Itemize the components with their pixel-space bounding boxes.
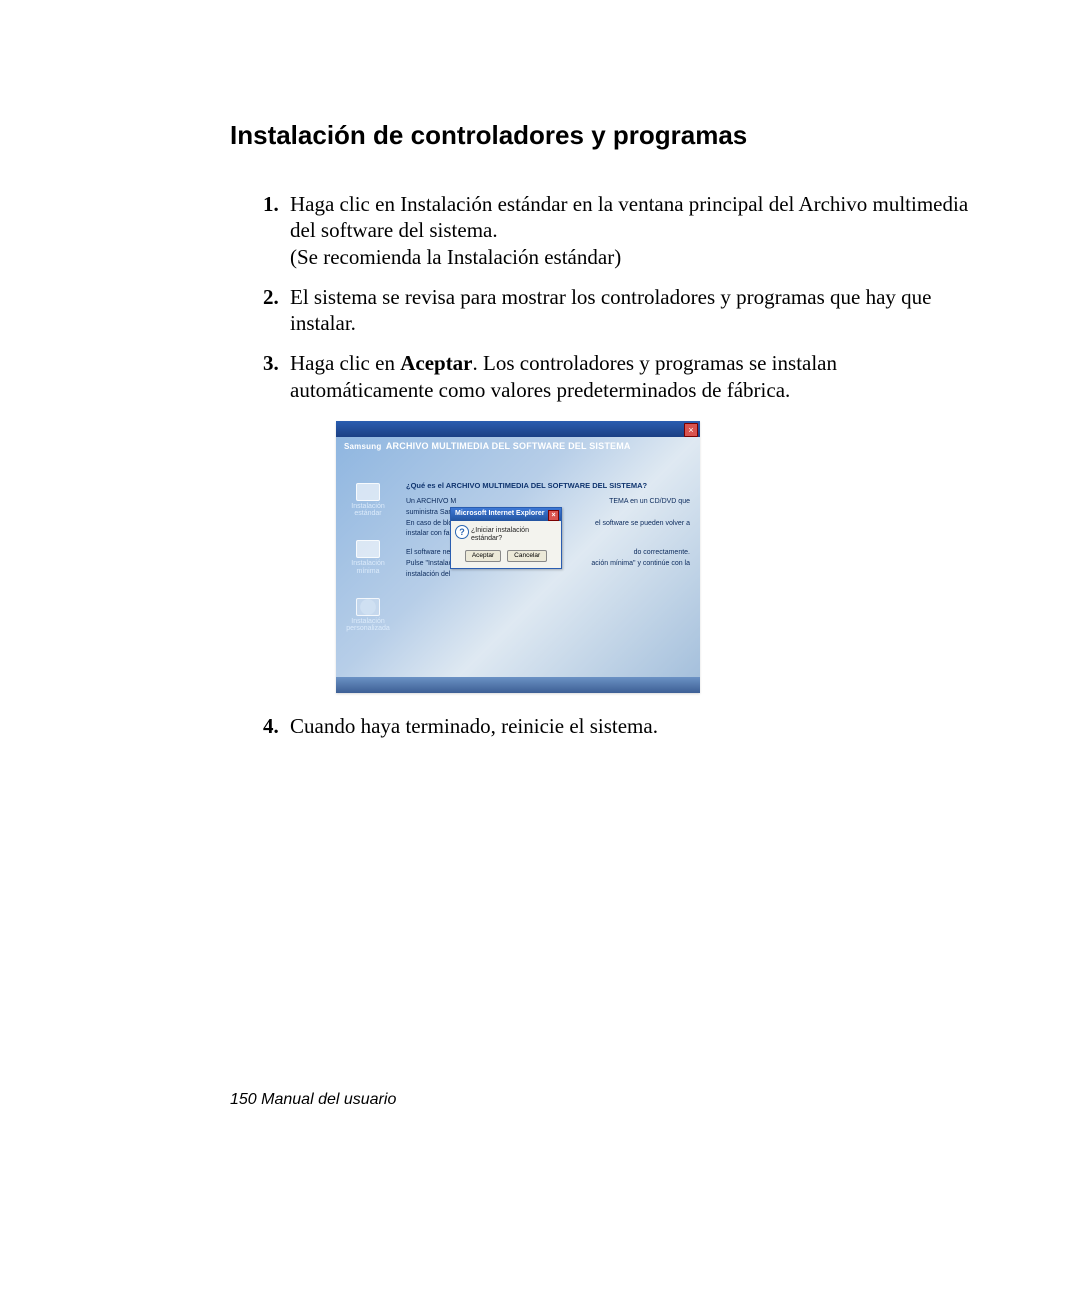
close-icon[interactable]: × [684, 423, 698, 437]
step-3: Haga clic en Aceptar. Los controladores … [284, 350, 970, 693]
brand-label: Samsung [344, 442, 381, 451]
sidebar-option-minimal[interactable]: Instalación mínima [336, 540, 400, 575]
step-3-bold: Aceptar [400, 351, 472, 375]
desc-line-1: Un ARCHIVO M TEMA en un CD/DVD que [406, 498, 690, 507]
custom-install-icon [356, 598, 380, 616]
installer-window: × Samsung ARCHIVO MULTIMEDIA DEL SOFTWAR… [336, 421, 700, 693]
step-1: Haga clic en Instalación estándar en la … [284, 191, 970, 270]
standard-install-label: Instalación estándar [336, 503, 400, 518]
dialog-close-icon[interactable]: × [548, 510, 559, 521]
step-4: Cuando haya terminado, reinicie el siste… [284, 713, 970, 739]
sidebar-option-custom[interactable]: Instalación personalizada [336, 598, 400, 633]
question-mark-icon: ? [455, 525, 469, 539]
dialog-body: ? ¿Iniciar instalación estándar? [451, 521, 561, 551]
step-2-text: El sistema se revisa para mostrar los co… [290, 285, 931, 335]
instruction-list: Haga clic en Instalación estándar en la … [250, 191, 970, 739]
installer-main-panel: ¿Qué es el ARCHIVO MULTIMEDIA DEL SOFTWA… [400, 437, 700, 677]
step-1-text-a: Haga clic en Instalación estándar en la … [290, 192, 968, 242]
accept-button[interactable]: Aceptar [465, 550, 501, 562]
minimal-install-icon [356, 540, 380, 558]
installer-body: Samsung ARCHIVO MULTIMEDIA DEL SOFTWARE … [336, 437, 700, 677]
minimal-install-label: Instalación mínima [336, 560, 400, 575]
desc-line-7: instalación del [406, 571, 690, 580]
dialog-titlebar: Microsoft Internet Explorer × [451, 508, 561, 521]
dialog-title-text: Microsoft Internet Explorer [455, 510, 544, 517]
installer-sidebar: Instalación estándar Instalación mínima … [336, 437, 400, 677]
step-3-prefix: Haga clic en [290, 351, 400, 375]
step-1-text-b: (Se recomienda la Instalación estándar) [290, 245, 621, 269]
section-title: Instalación de controladores y programas [230, 120, 970, 151]
installer-footer-bar [336, 677, 700, 693]
page-footer: 150 Manual del usuario [230, 1091, 396, 1109]
main-question: ¿Qué es el ARCHIVO MULTIMEDIA DEL SOFTWA… [406, 481, 690, 490]
dialog-message: ¿Iniciar instalación estándar? [471, 527, 529, 543]
step-2: El sistema se revisa para mostrar los co… [284, 284, 970, 337]
window-titlebar: × [336, 421, 700, 437]
standard-install-icon [356, 483, 380, 501]
cancel-button[interactable]: Cancelar [507, 550, 547, 562]
confirm-dialog: Microsoft Internet Explorer × ? ¿Iniciar… [450, 507, 562, 569]
sidebar-option-standard[interactable]: Instalación estándar [336, 483, 400, 518]
step-4-text: Cuando haya terminado, reinicie el siste… [290, 714, 658, 738]
custom-install-label: Instalación personalizada [336, 618, 400, 633]
dialog-buttons: Aceptar Cancelar [451, 550, 561, 568]
